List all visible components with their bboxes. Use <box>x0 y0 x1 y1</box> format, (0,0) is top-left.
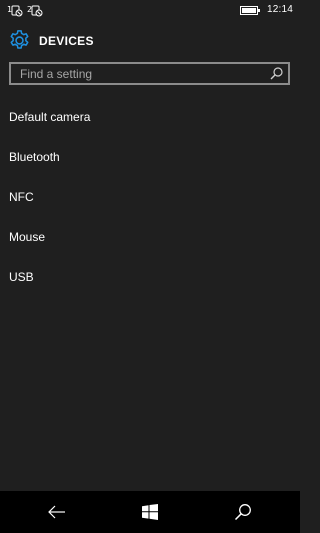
svg-text:2: 2 <box>27 5 32 14</box>
settings-item-mouse[interactable]: Mouse <box>9 228 291 268</box>
status-bar: 1 2 12:14 <box>0 0 300 22</box>
settings-item-nfc[interactable]: NFC <box>9 188 291 228</box>
search-box[interactable] <box>9 62 290 85</box>
search-input[interactable] <box>11 64 288 83</box>
status-clock: 12:14 <box>267 4 294 15</box>
sim-1-no-signal-icon: 1 <box>7 5 23 17</box>
windows-start-icon <box>142 504 158 520</box>
gear-icon <box>10 30 29 49</box>
page-header: DEVICES <box>8 29 292 53</box>
page-title: DEVICES <box>39 34 94 48</box>
settings-item-usb[interactable]: USB <box>9 268 291 308</box>
search-button[interactable] <box>213 491 273 533</box>
search-icon[interactable] <box>270 67 283 80</box>
svg-text:1: 1 <box>7 5 12 14</box>
settings-screen: 1 2 12:14 DEVICES Find a setting Default… <box>0 0 300 533</box>
back-button[interactable] <box>27 491 87 533</box>
start-button[interactable] <box>120 491 180 533</box>
settings-list: Default camera Bluetooth NFC Mouse USB <box>9 108 291 308</box>
back-icon <box>48 505 65 519</box>
settings-item-bluetooth[interactable]: Bluetooth <box>9 148 291 188</box>
search-icon <box>234 504 251 521</box>
settings-item-default-camera[interactable]: Default camera <box>9 108 291 148</box>
sim-2-no-signal-icon: 2 <box>27 5 43 17</box>
navigation-bar <box>0 491 300 533</box>
battery-icon <box>240 6 260 15</box>
